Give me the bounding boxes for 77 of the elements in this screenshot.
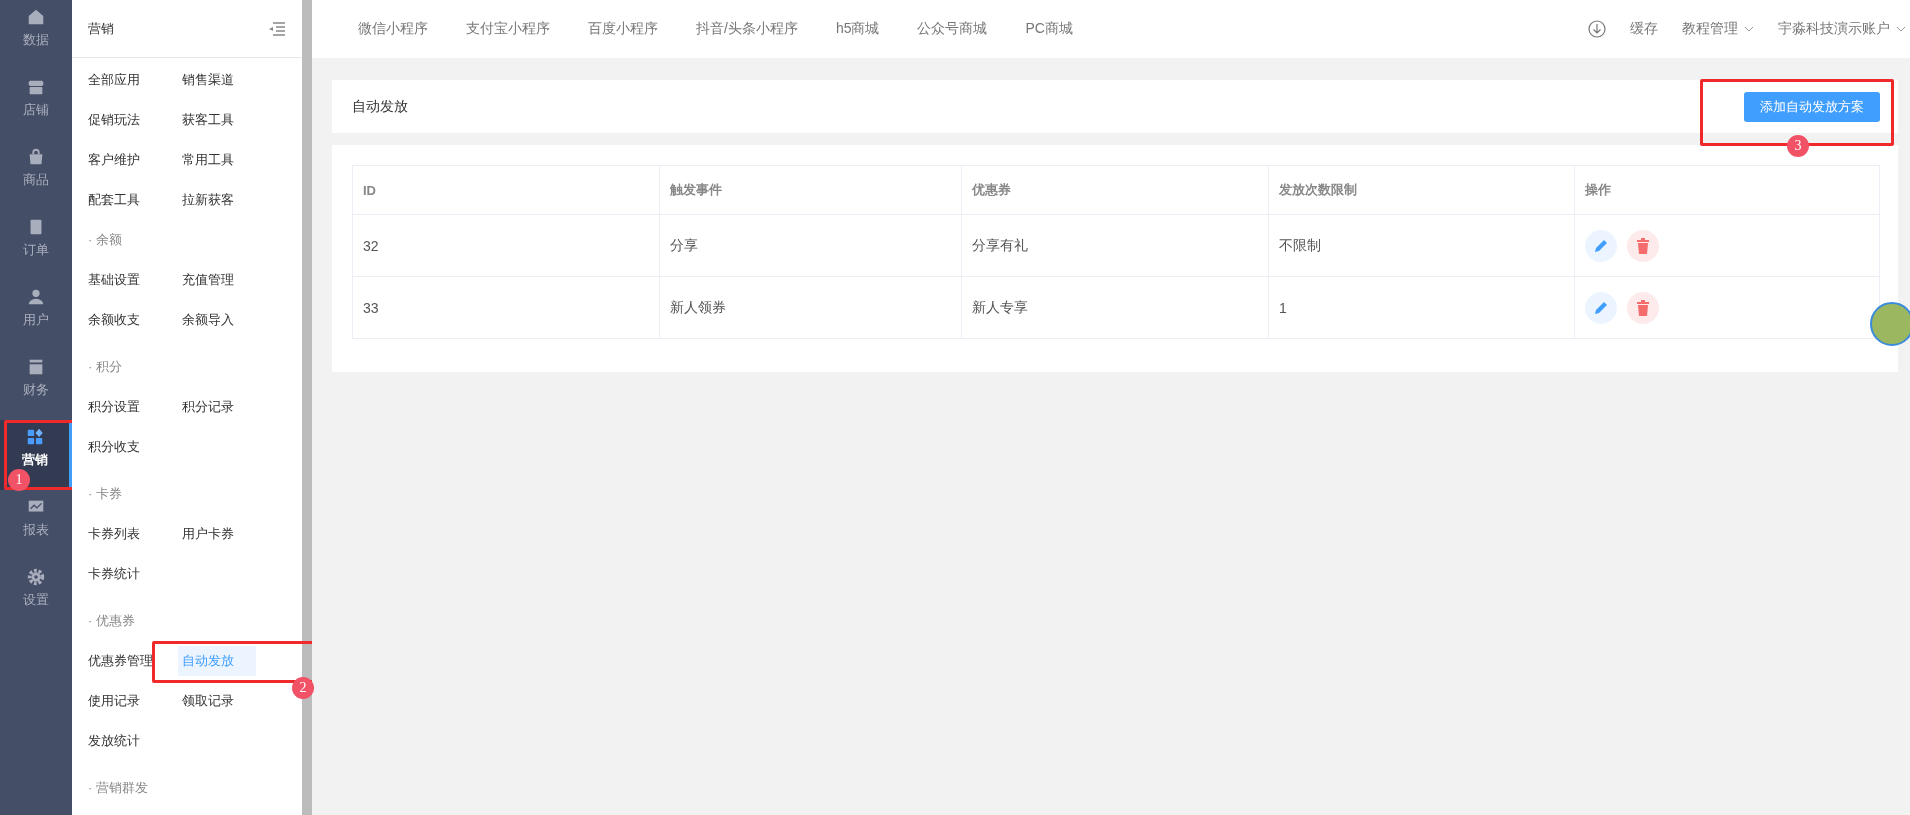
dropdown-menu[interactable]: 宇淼科技演示账户 (1778, 20, 1906, 38)
submenu-item[interactable]: 积分记录 (178, 392, 238, 422)
submenu-item[interactable]: 使用记录 (84, 686, 144, 716)
cache-link[interactable]: 缓存 (1630, 20, 1658, 38)
page-title: 自动发放 (352, 97, 408, 116)
house-icon (26, 7, 46, 27)
submenu-item[interactable]: 拉新获客 (178, 185, 238, 215)
submenu-item[interactable]: 卡券列表 (84, 519, 144, 549)
submenu-item[interactable]: 客户维护 (84, 145, 144, 175)
nav-item[interactable]: 报表 (0, 490, 72, 560)
column-header: 操作 (1574, 165, 1880, 215)
nav-item[interactable]: 订单 (0, 210, 72, 280)
table-cell: 不限制 (1268, 214, 1575, 277)
chevron-down-icon (1896, 26, 1906, 32)
nav-item[interactable]: 店铺 (0, 70, 72, 140)
submenu-item[interactable]: 余额导入 (178, 305, 238, 335)
submenu-item[interactable]: 用户卡券 (178, 519, 238, 549)
table-cell: 1 (1268, 276, 1575, 339)
pencil-icon (1593, 237, 1609, 254)
submenu-item[interactable]: 卡券统计 (84, 559, 144, 589)
table-cell: 新人领券 (659, 276, 962, 339)
delete-button[interactable] (1627, 229, 1659, 262)
platform-tab[interactable]: 公众号商城 (917, 20, 988, 38)
trash-icon (1636, 237, 1650, 254)
platform-tab[interactable]: 抖音/头条小程序 (696, 20, 798, 38)
nav-item[interactable]: 数据 (0, 0, 72, 70)
platform-tab[interactable]: 支付宝小程序 (466, 20, 550, 38)
user-icon (26, 287, 46, 307)
submenu-item[interactable]: 促销玩法 (84, 105, 144, 135)
submenu-item[interactable]: 充值管理 (178, 265, 238, 295)
submenu-item[interactable]: 领取记录 (178, 686, 238, 716)
section-heading: · 积分 (87, 358, 123, 376)
table-cell: 分享 (659, 214, 962, 277)
submenu-item[interactable]: 积分收支 (84, 432, 144, 462)
submenu-title: 营销 (88, 19, 114, 38)
platform-tab[interactable]: PC商城 (1025, 20, 1073, 38)
collapse-menu-icon[interactable] (268, 20, 286, 37)
nav-item[interactable]: 设置 (0, 560, 72, 630)
table-cell: 分享有礼 (961, 214, 1269, 277)
submenu-item[interactable]: 获客工具 (178, 105, 238, 135)
nav-item[interactable]: 财务 (0, 350, 72, 420)
table-cell: 33 (352, 276, 660, 339)
trash-icon (1636, 299, 1650, 316)
download-icon[interactable] (1588, 20, 1606, 38)
platform-tab[interactable]: h5商城 (835, 20, 880, 38)
column-header: ID (352, 165, 660, 215)
table-cell: 32 (352, 214, 660, 277)
settings-icon (26, 567, 46, 587)
chevron-down-icon (1744, 26, 1754, 32)
submenu-item[interactable]: 发放统计 (84, 726, 144, 756)
column-header: 优惠券 (961, 165, 1269, 215)
platform-tab[interactable]: 百度小程序 (588, 20, 658, 38)
dropdown-menu[interactable]: 教程管理 (1682, 20, 1754, 38)
nav-item[interactable]: 商品 (0, 140, 72, 210)
column-header: 触发事件 (659, 165, 962, 215)
section-heading: · 卡券 (87, 485, 123, 503)
delete-button[interactable] (1627, 291, 1659, 324)
section-heading: · 营销群发 (87, 779, 149, 797)
submenu-item[interactable]: 基础设置 (84, 265, 144, 295)
pencil-icon (1593, 299, 1609, 316)
submenu-item[interactable]: 余额收支 (84, 305, 144, 335)
submenu-item[interactable]: 销售渠道 (178, 65, 238, 95)
table-cell: 新人专享 (961, 276, 1269, 339)
platform-tab[interactable]: 微信小程序 (358, 20, 428, 38)
section-heading: · 余额 (87, 231, 123, 249)
annotation-badge: 2 (292, 677, 314, 699)
submenu-item[interactable]: 积分设置 (84, 392, 144, 422)
nav-item[interactable]: 用户 (0, 280, 72, 350)
column-header: 发放次数限制 (1268, 165, 1575, 215)
edit-button[interactable] (1585, 291, 1617, 324)
submenu-item[interactable]: 常用工具 (178, 145, 238, 175)
annotation-badge: 3 (1787, 134, 1809, 157)
submenu-item[interactable]: 全部应用 (84, 65, 144, 95)
section-heading: · 优惠券 (87, 612, 136, 630)
submenu-item[interactable]: 优惠券管理 (84, 646, 157, 676)
submenu-item[interactable]: 配套工具 (84, 185, 144, 215)
edit-button[interactable] (1585, 229, 1617, 262)
